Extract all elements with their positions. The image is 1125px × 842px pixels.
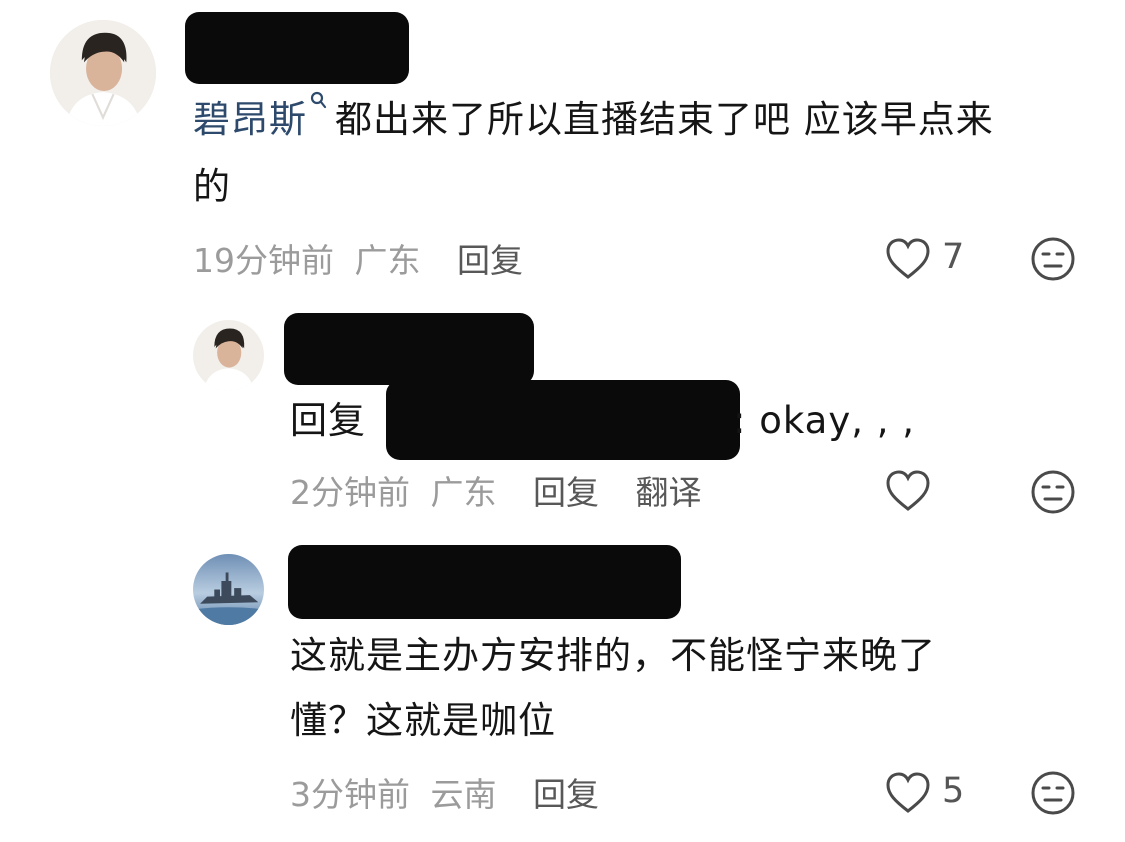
comment-meta: 2分钟前 广东 回复 翻译 — [290, 466, 702, 514]
comment-text-content: 都出来了所以直播结束了吧 应该早点来 — [335, 98, 994, 141]
neutral-face-icon — [1031, 771, 1075, 815]
redacted-username — [185, 12, 409, 84]
redacted-username — [288, 545, 681, 619]
reaction-button[interactable] — [1030, 236, 1076, 282]
avatar-image — [50, 20, 156, 126]
comment-meta: 3分钟前 云南 回复 — [290, 768, 599, 816]
like-count: 5 — [942, 771, 965, 811]
avatar-image — [193, 554, 264, 625]
search-person-icon — [309, 90, 327, 112]
reply-prefix: 回复 — [290, 399, 366, 442]
like-button[interactable] — [885, 237, 931, 281]
redacted-username — [284, 313, 534, 385]
avatar[interactable] — [50, 20, 156, 126]
heart-outline-icon — [886, 470, 930, 511]
heart-outline-icon — [886, 772, 930, 813]
comment-meta: 19分钟前 广东 回复 — [193, 234, 523, 282]
reply-button[interactable]: 回复 — [457, 241, 523, 280]
mention-link[interactable]: 碧昂斯 — [193, 98, 307, 141]
reaction-button[interactable] — [1030, 469, 1076, 515]
timestamp: 2分钟前 — [290, 473, 410, 512]
comment-text: 碧昂斯 都出来了所以直播结束了吧 应该早点来 — [193, 88, 1093, 152]
like-count: 7 — [942, 237, 965, 277]
avatar[interactable] — [193, 554, 264, 625]
heart-outline-icon — [886, 238, 930, 279]
location: 广东 — [354, 241, 421, 280]
location: 云南 — [430, 775, 497, 814]
translate-button[interactable]: 翻译 — [636, 473, 702, 512]
reaction-button[interactable] — [1030, 770, 1076, 816]
comment-text: 这就是主办方安排的，不能怪宁来晚了 — [290, 634, 936, 677]
timestamp: 3分钟前 — [290, 775, 410, 814]
comment-text-wrap: 的 — [193, 155, 231, 219]
comment-text: : okay, , , — [733, 399, 916, 442]
neutral-face-icon — [1031, 470, 1075, 514]
timestamp: 19分钟前 — [193, 241, 334, 280]
avatar[interactable] — [193, 320, 264, 391]
reply-button[interactable]: 回复 — [533, 775, 599, 814]
redacted-reply-target — [386, 380, 740, 460]
like-button[interactable] — [885, 469, 931, 513]
location: 广东 — [430, 473, 497, 512]
like-button[interactable] — [885, 771, 931, 815]
comment-text-line2: 懂？这就是咖位 — [290, 699, 556, 742]
comment-text-wrap-content: 的 — [193, 165, 231, 208]
avatar-image — [193, 320, 264, 391]
reply-button[interactable]: 回复 — [533, 473, 599, 512]
neutral-face-icon — [1031, 237, 1075, 281]
